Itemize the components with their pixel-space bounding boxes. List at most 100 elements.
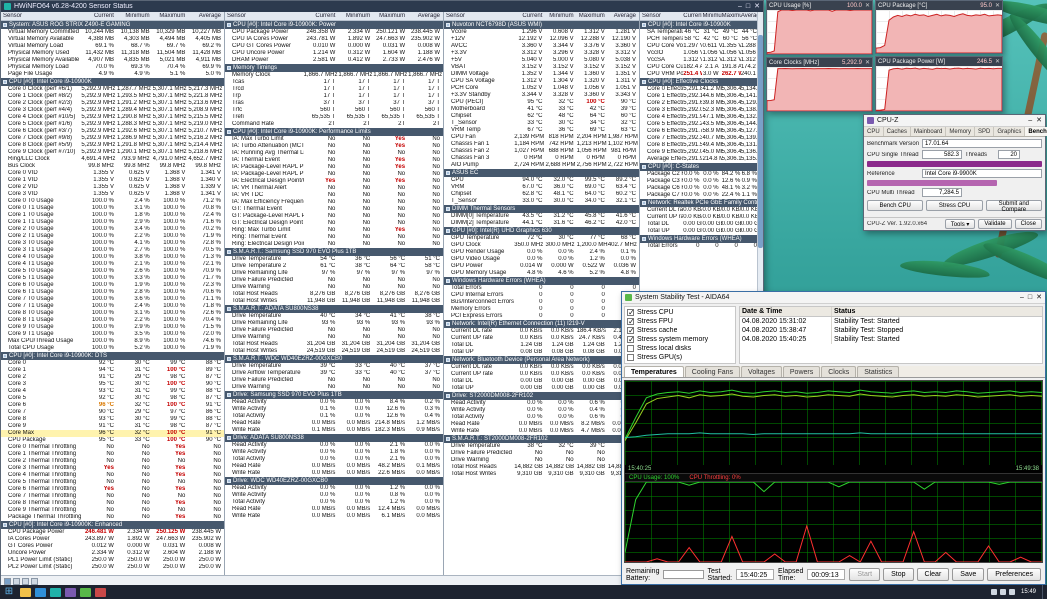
sensor-column-headers[interactable]: Sensor Current Minimum Maximum Average [444, 12, 639, 21]
sensor-row[interactable]: GPU Memory Usage 4.8 % 4.6 % 5.2 % 4.8 % [444, 270, 639, 277]
sensor-row[interactable]: Core 1 94 °C 31 °C 100 °C 89 °C [1, 367, 224, 374]
sensor-row[interactable]: Ring: Max Turbo Limit No No Yes No [225, 227, 443, 234]
tray-up-arrow-icon[interactable] [990, 589, 997, 595]
sensor-row[interactable]: VBAT 3.152 V 3.152 V 3.152 V 3.152 V [444, 64, 639, 71]
sensor-row[interactable]: IA: Thermal Event No No Yes No [225, 157, 443, 164]
sensor-row[interactable]: Trfc 560 T 560 T 560 T 560 T [225, 107, 443, 114]
sensor-row[interactable]: Memory Errors 0 0 0 0 [444, 306, 639, 313]
benchmark-version-select[interactable]: 17.01.64 [922, 139, 1042, 148]
sensor-row[interactable]: Package C3 Residency 0.0 % 0.0 % 12.6 % … [640, 178, 760, 185]
sensor-row[interactable]: Current DL rate 0.0 KB/s 0.0 KB/s 0.0 KB… [444, 364, 639, 371]
start-button[interactable]: ⊞ [0, 585, 18, 599]
sensor-row[interactable]: Total UP 0.08 GB 0.08 GB 0.08 GB 0.08 GB [444, 349, 639, 356]
sensor-row[interactable]: Package C6 Residency 0.0 % 0.0 % 48.1 % … [640, 185, 760, 192]
stability-tab[interactable]: Cooling Fans [684, 366, 741, 377]
sensor-row[interactable]: CPU VRM Power 251.4 W 3.0 W 262.7 W 240.… [640, 71, 760, 78]
sensor-row[interactable]: GPU Video Usage 0.0 % 0.0 % 1.2 % 0.0 % [444, 256, 639, 263]
sensor-row[interactable]: Total Host Writes 9,310 GB 9,310 GB 9,31… [444, 471, 639, 478]
validate-button[interactable]: Validate [978, 219, 1012, 229]
sensor-page-button[interactable] [4, 577, 11, 585]
sensor-row[interactable]: IA Cores Power 243.897 W 1.892 W 247.663… [1, 536, 224, 543]
sensor-row[interactable]: Core 2 Effective Clock 5,291.6 MHz 39.8 … [640, 100, 760, 107]
sensor-row[interactable]: Total CPU Usage 100.0 % 5.2 % 100.0 % 71… [1, 345, 224, 352]
sensor-row[interactable]: CPU Package Power 246.481 W 2.334 W 250.… [1, 529, 224, 536]
sensor-row[interactable]: Core 0 Thermal Throttling No No Yes No [1, 444, 224, 451]
sensor-row[interactable]: Core 6 Thermal Throttling Yes No Yes No [1, 486, 224, 493]
sensor-row[interactable]: +3.3V 3.312 V 3.296 V 3.328 V 3.312 V [444, 50, 639, 57]
sensor-row[interactable]: Core 6 T0 Usage 100.0 % 1.9 % 100.0 % 72… [1, 282, 224, 289]
sensor-row[interactable]: CPU Package Power 246.358 W 2.334 W 250.… [225, 29, 443, 36]
sensor-row[interactable]: Total DL 1.24 GB 1.24 GB 1.24 GB 1.24 GB [444, 342, 639, 349]
close-icon[interactable]: ✕ [754, 3, 760, 10]
sensor-row[interactable]: Virtual Memory Available 4,388 MB 4,303 … [1, 36, 224, 43]
checkbox-icon[interactable] [627, 308, 635, 317]
sensor-group-header[interactable]: Network: Intel(R) Ethernet Connection (1… [444, 320, 639, 328]
sensor-row[interactable]: Memory Clock 1,866.7 MHz 1,866.7 MHz 1,8… [225, 72, 443, 79]
sensor-row[interactable]: Package Thermal Throttling No No Yes No [1, 514, 224, 521]
sensor-row[interactable]: Read Rate 0.0 MB/s 0.0 MB/s 12.4 MB/s 0.… [225, 506, 443, 513]
sensor-row[interactable]: CPU Internal Errors 0 0 0 0 [444, 292, 639, 299]
sensor-row[interactable]: Core 5 T1 Usage 100.0 % 3.3 % 100.0 % 71… [1, 275, 224, 282]
sensor-group-header[interactable]: Drive: ST2000DM008-2FR102 [444, 392, 639, 400]
log-row[interactable]: 04.08.2020 15:40:25 Stability Test: Star… [740, 335, 1042, 344]
stability-button[interactable]: Clear [916, 568, 950, 581]
sensor-row[interactable]: +3.3V Standby 3.344 V 3.328 V 3.360 V 3.… [444, 92, 639, 99]
sensor-group-header[interactable]: Network: Bluetooth Device (Personal Area… [444, 356, 639, 364]
stability-button[interactable]: Preferences [987, 568, 1041, 581]
sensor-row[interactable]: PCH Core 1.052 V 1.048 V 1.056 V 1.051 V [444, 85, 639, 92]
graph-titlebar[interactable]: CPU Usage [%] 100.0 ✕ [767, 1, 872, 10]
sensor-row[interactable]: Core 6 T1 Usage 100.0 % 2.8 % 100.0 % 70… [1, 289, 224, 296]
sensor-row[interactable]: Drive Remaining Life 93 % 93 % 93 % 93 % [225, 320, 443, 327]
sensor-row[interactable]: Core 2 T1 Usage 100.0 % 2.2 % 100.0 % 71… [1, 233, 224, 240]
sensor-row[interactable]: Core 3 Effective Clock 5,292.0 MHz 52.3 … [640, 107, 760, 114]
volume-icon[interactable] [1008, 589, 1015, 595]
maximize-icon[interactable]: □ [746, 3, 750, 10]
sensor-row[interactable]: Chipset 62 °C 48 °C 64 °C 60 °C [444, 113, 639, 120]
log-column-status[interactable]: Status [832, 307, 1042, 316]
sensor-row[interactable]: Read Activity 0.0 % 0.0 % 2.1 % 0.0 % [225, 442, 443, 449]
maximize-icon[interactable]: □ [1028, 294, 1032, 301]
sensor-row[interactable]: +5V 5.040 V 5.000 V 5.080 V 5.038 V [444, 57, 639, 64]
taskbar-aida64-icon[interactable] [80, 587, 91, 597]
taskbar-explorer-icon[interactable] [20, 587, 31, 597]
sensor-row[interactable]: Core 0 Clock (perf #6/1) 5,292.9 MHz 1,2… [1, 86, 224, 93]
column-header-minimum[interactable]: Minimum [702, 13, 721, 19]
sensor-row[interactable]: Write Activity 0.0 % 0.0 % 0.8 % 0.0 % [225, 492, 443, 499]
sensor-row[interactable]: IA: Max Efficiency Frequency No No No No [225, 199, 443, 206]
column-header-maximum[interactable]: Maximum [153, 13, 189, 19]
sensor-row[interactable]: CPU Fan 2,139 RPM 818 RPM 2,204 RPM 1,98… [444, 134, 639, 141]
stress-cpu-button[interactable]: Stress CPU [926, 200, 983, 211]
sensor-row[interactable]: Core 9 T0 Usage 100.0 % 2.9 % 100.0 % 71… [1, 324, 224, 331]
stress-option[interactable]: Stress system memory [627, 335, 733, 344]
sensor-row[interactable]: Drive Failure Predicted No No No No [444, 450, 639, 457]
sensor-row[interactable]: Total Errors 0 0 0 0 [444, 285, 639, 292]
taskbar-clock[interactable]: 15:49 [1021, 589, 1036, 595]
taskbar-browser-icon[interactable] [35, 587, 46, 597]
sensor-row[interactable]: Core 5 Thermal Throttling No No No No [1, 479, 224, 486]
sensor-row[interactable]: Chassis Fan 2 1,027 RPM 688 RPM 1,056 RP… [444, 148, 639, 155]
sensor-row[interactable]: Total UP 0.00 GB 0.00 GB 0.00 GB 0.00 GB [640, 228, 760, 235]
sensor-row[interactable]: VccIO 1.056 V 1.056 V 1.056 V 1.056 V [640, 50, 760, 57]
column-header-maximum[interactable]: Maximum [722, 13, 741, 19]
column-header-average[interactable]: Average [608, 13, 639, 19]
sensor-row[interactable]: Package C7 Residency 0.0 % 0.0 % 22.4 % … [640, 192, 760, 199]
stress-option[interactable]: Stress FPU [627, 317, 733, 326]
sensor-row[interactable]: CPU (PECI) 95 °C 32 °C 100 °C 90 °C [444, 99, 639, 106]
sensor-row[interactable]: Core 5 Effective Clock 5,292.2 MHz 43.5 … [640, 121, 760, 128]
sensor-row[interactable]: Total UP 0.00 GB 0.00 GB 0.00 GB 0.00 GB [444, 385, 639, 392]
sensor-row[interactable]: Trefi 65,535 T 65,535 T 65,535 T 65,535 … [225, 114, 443, 121]
sensor-row[interactable]: Drive Temperature 40 °C 34 °C 41 °C 38 °… [225, 313, 443, 320]
sensor-row[interactable]: VRM 67.0 °C 36.0 °C 69.0 °C 63.4 °C [444, 184, 639, 191]
stability-button[interactable]: Start [849, 568, 881, 581]
cpuz-tab[interactable]: Memory [946, 127, 976, 136]
checkbox-icon[interactable] [627, 317, 635, 326]
column-header-minimum[interactable]: Minimum [338, 13, 373, 19]
sensor-row[interactable]: Core 1 T1 Usage 100.0 % 2.9 % 100.0 % 71… [1, 219, 224, 226]
sensor-row[interactable]: Write Rate 0.1 MB/s 0.0 MB/s 182.3 MB/s … [225, 427, 443, 434]
sensor-column-headers[interactable]: Sensor Current Minimum Maximum Average [640, 12, 760, 21]
sensor-row[interactable]: Current UP rate 0.0 KB/s 0.0 KB/s 24.7 K… [444, 335, 639, 342]
sensor-row[interactable]: Core 8 T1 Usage 100.0 % 2.2 % 100.0 % 70… [1, 317, 224, 324]
column-header-average[interactable]: Average [188, 13, 224, 19]
sensor-row[interactable]: Core 0 T1 Usage 100.0 % 3.1 % 100.0 % 70… [1, 205, 224, 212]
sensor-row[interactable]: PL1 Power Limit (Static) 250.0 W 250.0 W… [1, 557, 224, 564]
